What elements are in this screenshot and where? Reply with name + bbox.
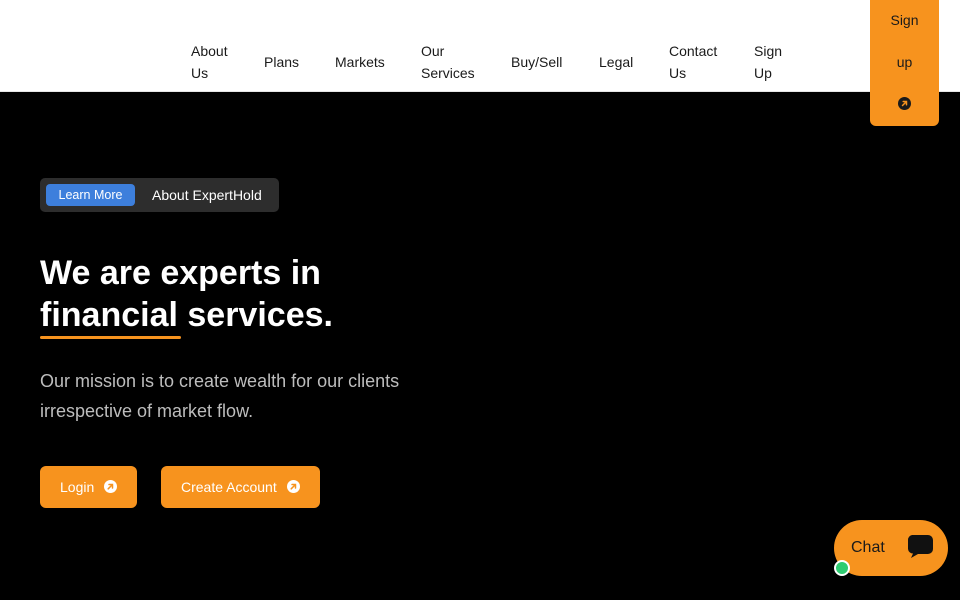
create-account-button[interactable]: Create Account [161, 466, 320, 508]
login-button-label: Login [60, 479, 95, 495]
speech-bubble-icon[interactable] [906, 532, 934, 565]
hero-title: We are experts in financial services. [40, 252, 333, 339]
login-button[interactable]: Login [40, 466, 137, 508]
signup-button-label-line2: up [896, 54, 913, 70]
about-badge-text: About ExpertHold [152, 187, 262, 203]
arrow-up-right-circle-icon [287, 480, 300, 493]
hero-subtitle: Our mission is to create wealth for our … [40, 371, 400, 421]
about-badge[interactable]: Learn More About ExpertHold [40, 178, 279, 212]
hero-title-part1: We are experts in [40, 254, 321, 292]
nav-our-services[interactable]: Our Services [421, 40, 481, 84]
learn-more-pill[interactable]: Learn More [46, 184, 135, 206]
nav-contact-us[interactable]: Contact Us [669, 40, 724, 84]
chat-label: Chat [851, 539, 885, 556]
online-status-dot [834, 560, 850, 576]
nav-legal[interactable]: Legal [599, 51, 633, 73]
hero-title-highlight: financial [40, 296, 181, 339]
signup-button-label-line1: Sign [890, 12, 919, 28]
arrow-up-right-circle-icon [104, 480, 117, 493]
site-header: About Us Plans Markets Our Services Buy/… [0, 0, 960, 92]
nav-plans[interactable]: Plans [264, 51, 299, 73]
nav-sign-up[interactable]: Sign Up [754, 40, 794, 84]
create-account-button-label: Create Account [181, 479, 277, 495]
arrow-up-right-circle-icon [898, 97, 911, 110]
nav-buy-sell[interactable]: Buy/Sell [511, 51, 562, 73]
signup-button[interactable]: Sign up [870, 0, 939, 126]
nav-markets[interactable]: Markets [335, 51, 385, 73]
hero-title-part2: services. [177, 296, 333, 334]
nav-about-us[interactable]: About Us [191, 40, 241, 84]
